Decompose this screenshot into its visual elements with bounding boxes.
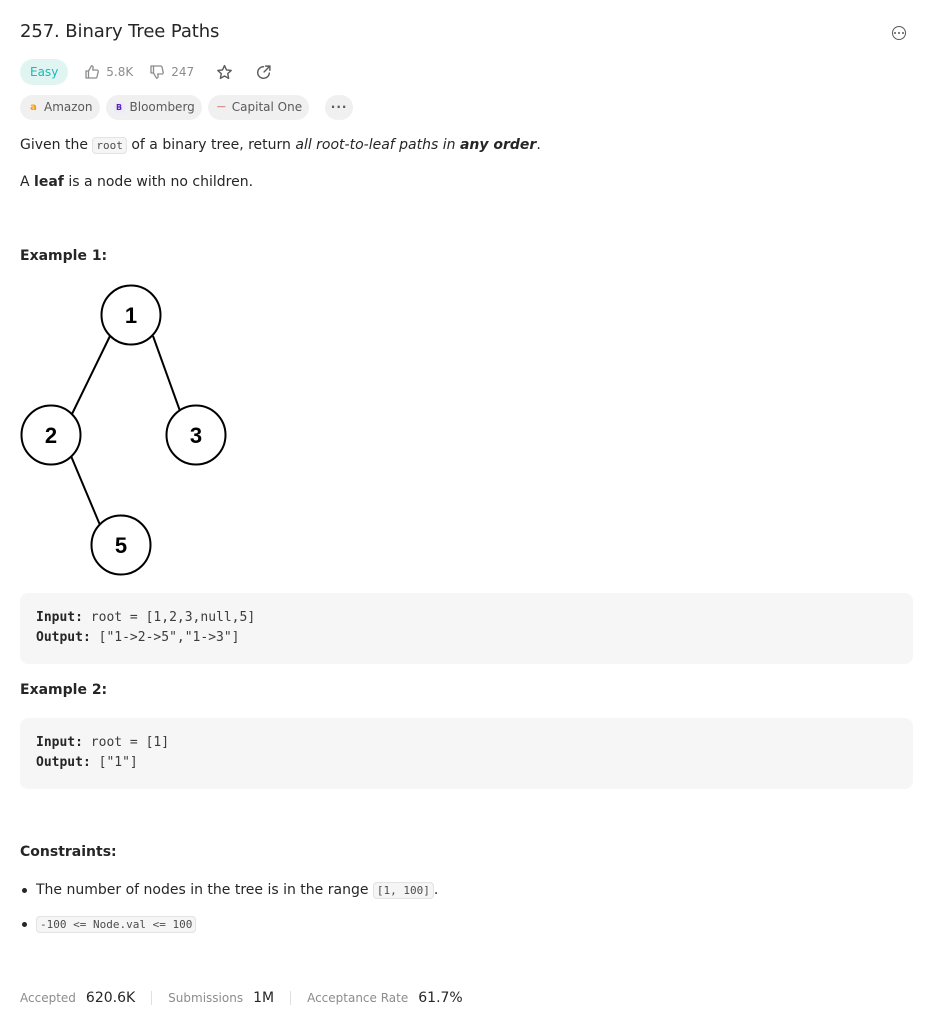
accepted-value: 620.6K (85, 990, 136, 1006)
description-text: A (20, 174, 35, 190)
company-tag-label: Bloomberg (129, 100, 195, 114)
inline-code-root: root (92, 137, 127, 154)
difficulty-badge[interactable]: Easy (20, 59, 69, 85)
dislike-button[interactable]: 247 (149, 64, 194, 80)
company-tag-capital-one[interactable]: — Capital One (207, 95, 310, 120)
description-bold-italic: any order (459, 137, 537, 153)
inline-code-range: [1, 100] (372, 882, 434, 899)
list-item: -100 <= Node.val <= 100 (20, 912, 438, 946)
example-2-heading: Example 2: (20, 682, 108, 698)
problem-title: 257. Binary Tree Paths (20, 21, 220, 42)
constraints-list: The number of nodes in the tree is in th… (20, 878, 438, 946)
company-tags: a Amazon B Bloomberg — Capital One ··· (20, 95, 359, 120)
favorite-button[interactable] (216, 64, 233, 81)
description-text: Given the (20, 137, 93, 153)
more-options-icon[interactable] (892, 26, 906, 40)
leaf-definition: A leaf is a node with no children. (20, 174, 253, 190)
submission-stats: Accepted 620.6K Submissions 1M Acceptanc… (20, 988, 463, 1008)
tree-node-label: 3 (190, 423, 202, 448)
input-label: Input: (36, 735, 83, 750)
likes-count: 5.8K (106, 65, 134, 79)
description-text: of a binary tree, return (126, 137, 296, 153)
share-button[interactable] (255, 64, 272, 81)
submissions-label: Submissions (168, 991, 244, 1005)
description-italic: all root-to-leaf paths in (295, 137, 460, 153)
thumbs-up-icon (85, 65, 100, 79)
tree-edge (152, 335, 181, 412)
output-label: Output: (36, 755, 91, 770)
more-tags-button[interactable]: ··· (325, 95, 354, 120)
tree-node: 3 (165, 404, 227, 466)
constraint-text: . (433, 882, 439, 898)
description-bold: leaf (34, 174, 64, 190)
tree-edge (70, 455, 101, 526)
output-value: ["1"] (98, 755, 138, 770)
input-label: Input: (36, 610, 83, 625)
example-2-code-block: Input: root = [1] Output: ["1"] (20, 718, 913, 789)
dislikes-count: 247 (171, 65, 195, 79)
accepted-label: Accepted (20, 991, 76, 1005)
description-text: is a node with no children. (63, 174, 254, 190)
share-icon (257, 64, 271, 79)
input-value: root = [1,2,3,null,5] (90, 610, 256, 625)
output-label: Output: (36, 630, 91, 645)
example-1-code-block: Input: root = [1,2,3,null,5] Output: ["1… (20, 593, 913, 664)
company-tag-label: Capital One (231, 100, 303, 114)
like-button[interactable]: 5.8K (84, 64, 133, 80)
acceptance-rate-value: 61.7% (418, 990, 463, 1006)
list-item: The number of nodes in the tree is in th… (20, 878, 438, 912)
inline-code-node-val: -100 <= Node.val <= 100 (36, 916, 197, 933)
tree-node: 2 (20, 404, 82, 466)
tree-node-label: 5 (115, 533, 127, 558)
input-value: root = [1] (90, 735, 170, 750)
amazon-logo-icon: a (30, 102, 37, 113)
tree-node: 1 (100, 284, 162, 346)
example-1-tree-diagram: 1 2 3 5 (20, 284, 227, 576)
tree-edge (71, 335, 111, 415)
example-1-heading: Example 1: (20, 248, 108, 264)
tree-node-label: 1 (125, 303, 137, 328)
description-paragraph: Given the root of a binary tree, return … (20, 137, 541, 154)
divider (290, 991, 292, 1005)
company-tag-bloomberg[interactable]: B Bloomberg (105, 95, 202, 120)
output-value: ["1->2->5","1->3"] (98, 630, 240, 645)
constraint-text: The number of nodes in the tree is in th… (36, 882, 373, 898)
bloomberg-logo-icon: B (113, 102, 125, 113)
description-text: . (536, 137, 541, 153)
constraints-heading: Constraints: (20, 844, 117, 860)
capital-one-logo-icon: — (216, 102, 226, 112)
problem-stats: Easy 5.8K 247 (20, 59, 272, 85)
divider (151, 991, 153, 1005)
company-tag-label: Amazon (44, 100, 93, 114)
acceptance-rate-label: Acceptance Rate (307, 991, 409, 1005)
tree-node: 5 (90, 514, 152, 576)
submissions-value: 1M (253, 990, 275, 1006)
thumbs-down-icon (150, 65, 165, 79)
star-icon (217, 64, 233, 79)
company-tag-amazon[interactable]: a Amazon (20, 95, 100, 120)
tree-node-label: 2 (45, 423, 57, 448)
